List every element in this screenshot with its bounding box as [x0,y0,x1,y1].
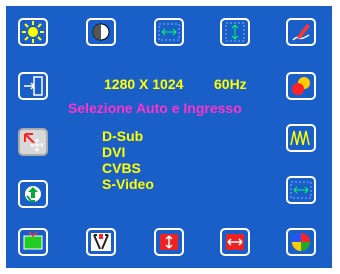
color-wheel-icon [292,233,310,251]
v-position-button[interactable] [220,18,250,46]
input-option-dsub[interactable]: D-Sub [102,128,143,144]
sun-icon [22,21,44,43]
recall-button[interactable] [18,180,48,208]
h-position-button[interactable] [154,18,184,46]
auto-input-button[interactable] [18,128,48,156]
h-resize-button[interactable] [220,228,250,256]
h-size-button[interactable] [286,176,316,204]
input-select-icon [24,133,44,152]
color-dots-icon [292,77,310,95]
v-size-button[interactable] [154,228,184,256]
recycle-icon [25,186,41,202]
phase-button[interactable] [286,124,316,152]
input-option-svideo[interactable]: S-Video [102,176,154,192]
tv-icon [23,231,43,250]
contrast-button[interactable] [86,18,116,46]
pip-button[interactable] [18,228,48,256]
contrast-icon [92,23,110,41]
input-button[interactable] [18,72,48,100]
horizontal-arrows-icon [158,23,180,41]
section-title: Selezione Auto e Ingresso [68,100,242,116]
sharpness-button[interactable] [286,18,316,46]
osd-screen: 1280 X 1024 60Hz Selezione Auto e Ingres… [0,0,340,274]
vertical-resize-icon [160,234,178,250]
refresh-rate-readout: 60Hz [214,76,247,92]
osd-color-button[interactable] [286,228,316,256]
brightness-button[interactable] [18,18,48,46]
tools-button[interactable] [86,228,116,256]
vertical-arrows-icon [225,22,245,42]
osd-panel: 1280 X 1024 60Hz Selezione Auto e Ingres… [6,6,332,268]
horizontal-arrows-icon [290,181,312,199]
enter-door-icon [24,76,43,96]
waveform-icon [290,130,310,146]
pen-icon [292,24,310,41]
tools-icon [91,233,111,251]
horizontal-resize-icon [226,234,244,250]
input-option-cvbs[interactable]: CVBS [102,160,141,176]
resolution-readout: 1280 X 1024 [104,76,184,92]
input-option-dvi[interactable]: DVI [102,144,125,160]
color-button[interactable] [286,72,316,100]
